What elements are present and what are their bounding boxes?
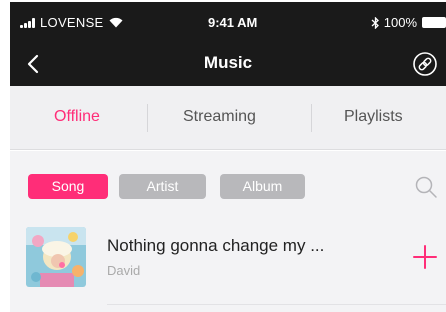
battery-icon xyxy=(422,17,446,28)
add-icon[interactable] xyxy=(411,243,439,271)
page-title: Music xyxy=(203,53,253,72)
nav-bar: Music xyxy=(10,42,446,86)
track-artist: David xyxy=(107,263,141,278)
music-list: Song Artist Album Nothing gonna change m… xyxy=(10,151,446,312)
tab-streaming[interactable]: Streaming xyxy=(183,108,256,126)
status-time: 9:41 AM xyxy=(208,15,258,30)
tab-divider xyxy=(311,104,312,132)
list-item[interactable]: Nothing gonna change my ... David xyxy=(10,223,446,293)
wifi-icon xyxy=(109,17,123,28)
tab-playlists[interactable]: Playlists xyxy=(344,108,403,126)
album-cover-image xyxy=(26,227,86,287)
status-right: 100% xyxy=(371,15,446,30)
bluetooth-icon xyxy=(371,16,379,29)
filter-album-chip[interactable]: Album xyxy=(220,174,305,199)
tab-offline[interactable]: Offline xyxy=(54,108,100,126)
battery-percent: 100% xyxy=(383,15,417,30)
tab-bar: Offline Streaming Playlists xyxy=(10,86,446,150)
link-icon[interactable] xyxy=(412,51,438,77)
filter-artist-chip[interactable]: Artist xyxy=(119,174,206,199)
search-icon[interactable] xyxy=(414,175,438,199)
track-title: Nothing gonna change my ... xyxy=(107,236,325,255)
carrier-name: LOVENSE xyxy=(40,15,104,30)
row-divider xyxy=(107,304,446,305)
status-left: LOVENSE xyxy=(20,15,123,30)
status-bar: LOVENSE 9:41 AM 100% xyxy=(10,2,446,42)
tab-divider xyxy=(147,104,148,132)
signal-icon xyxy=(20,17,36,28)
filter-song-chip[interactable]: Song xyxy=(28,174,108,199)
